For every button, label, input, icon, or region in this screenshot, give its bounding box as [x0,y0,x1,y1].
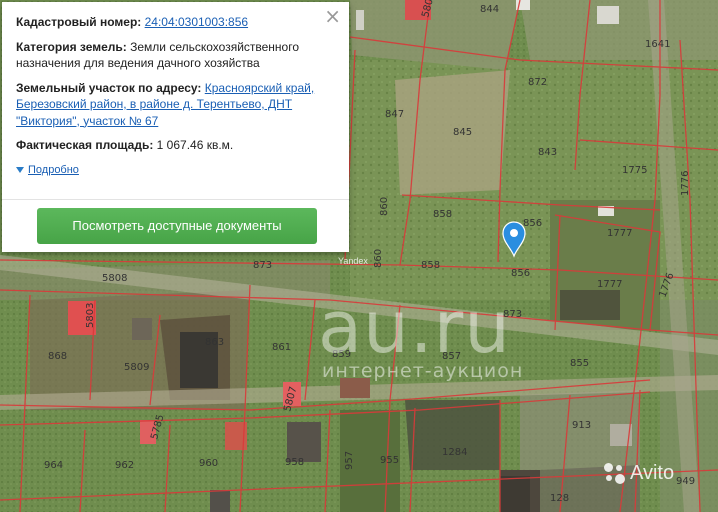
address-row: Земельный участок по адресу: Красноярски… [16,80,335,130]
tile-provider-watermark: Yandex [338,256,368,266]
parcel-label[interactable]: 856 [523,218,542,229]
parcel-label[interactable]: 845 [453,127,472,138]
parcel-label[interactable]: 960 [199,458,218,469]
close-icon[interactable]: × [324,6,341,26]
category-label: Категория земель: [16,39,127,54]
parcel-label[interactable]: 913 [572,420,591,431]
parcel-label[interactable]: 861 [272,342,291,353]
area-row: Фактическая площадь: 1 067.46 кв.м. [16,137,335,154]
parcel-label[interactable]: 847 [385,109,404,120]
parcel-label[interactable]: 1641 [645,39,670,50]
address-label: Земельный участок по адресу: [16,80,202,95]
parcel-label[interactable]: 860 [379,197,390,216]
parcel-label[interactable]: 856 [511,268,530,279]
parcel-info-card: × Кадастровый номер: 24:04:0301003:856 К… [2,2,349,252]
site-tagline-watermark: интернет-аукцион [322,360,524,382]
parcel-label[interactable]: 128 [550,493,569,504]
parcel-label[interactable]: 1775 [622,165,647,176]
view-documents-button[interactable]: Посмотреть доступные документы [37,208,317,244]
parcel-label[interactable]: 1776 [680,171,691,196]
cadastral-row: Кадастровый номер: 24:04:0301003:856 [16,14,335,31]
site-watermark: au.ru [318,285,511,369]
parcel-label[interactable]: 5803 [85,303,96,328]
category-row: Категория земель: Земли сельскохозяйстве… [16,39,335,72]
details-label: Подробно [28,163,79,176]
parcel-label[interactable]: 844 [480,4,499,15]
parcel-label[interactable]: 868 [48,351,67,362]
parcel-label[interactable]: 1284 [442,447,467,458]
parcel-label[interactable]: 1777 [607,228,632,239]
avito-wordmark: Avito [630,462,675,484]
avito-watermark: Avito [604,462,674,485]
area-label: Фактическая площадь: [16,138,154,152]
area-value: 1 067.46 кв.м. [156,138,234,152]
parcel-label[interactable]: 957 [344,451,355,470]
parcel-label[interactable]: 5808 [102,273,127,284]
parcel-label[interactable]: 962 [115,460,134,471]
parcel-label[interactable]: 872 [528,77,547,88]
parcel-label[interactable]: 958 [285,457,304,468]
avito-logo-icon [604,462,626,485]
parcel-label[interactable]: 955 [380,455,399,466]
parcel-label[interactable]: 863 [205,337,224,348]
parcel-label[interactable]: 964 [44,460,63,471]
parcel-label[interactable]: 873 [253,260,272,271]
parcel-label[interactable]: 843 [538,147,557,158]
card-divider [2,199,349,200]
triangle-down-icon [16,166,24,173]
cadastral-number-link[interactable]: 24:04:0301003:856 [145,15,248,29]
parcel-label[interactable]: 860 [373,249,384,268]
parcel-label[interactable]: 858 [433,209,452,220]
parcel-label[interactable]: 858 [421,260,440,271]
parcel-label[interactable]: 855 [570,358,589,369]
cadastral-label: Кадастровый номер: [16,15,142,29]
parcel-label[interactable]: 949 [676,476,695,487]
details-toggle[interactable]: Подробно [16,162,335,179]
parcel-label[interactable]: 5809 [124,362,149,373]
parcel-label[interactable]: 1777 [597,279,622,290]
